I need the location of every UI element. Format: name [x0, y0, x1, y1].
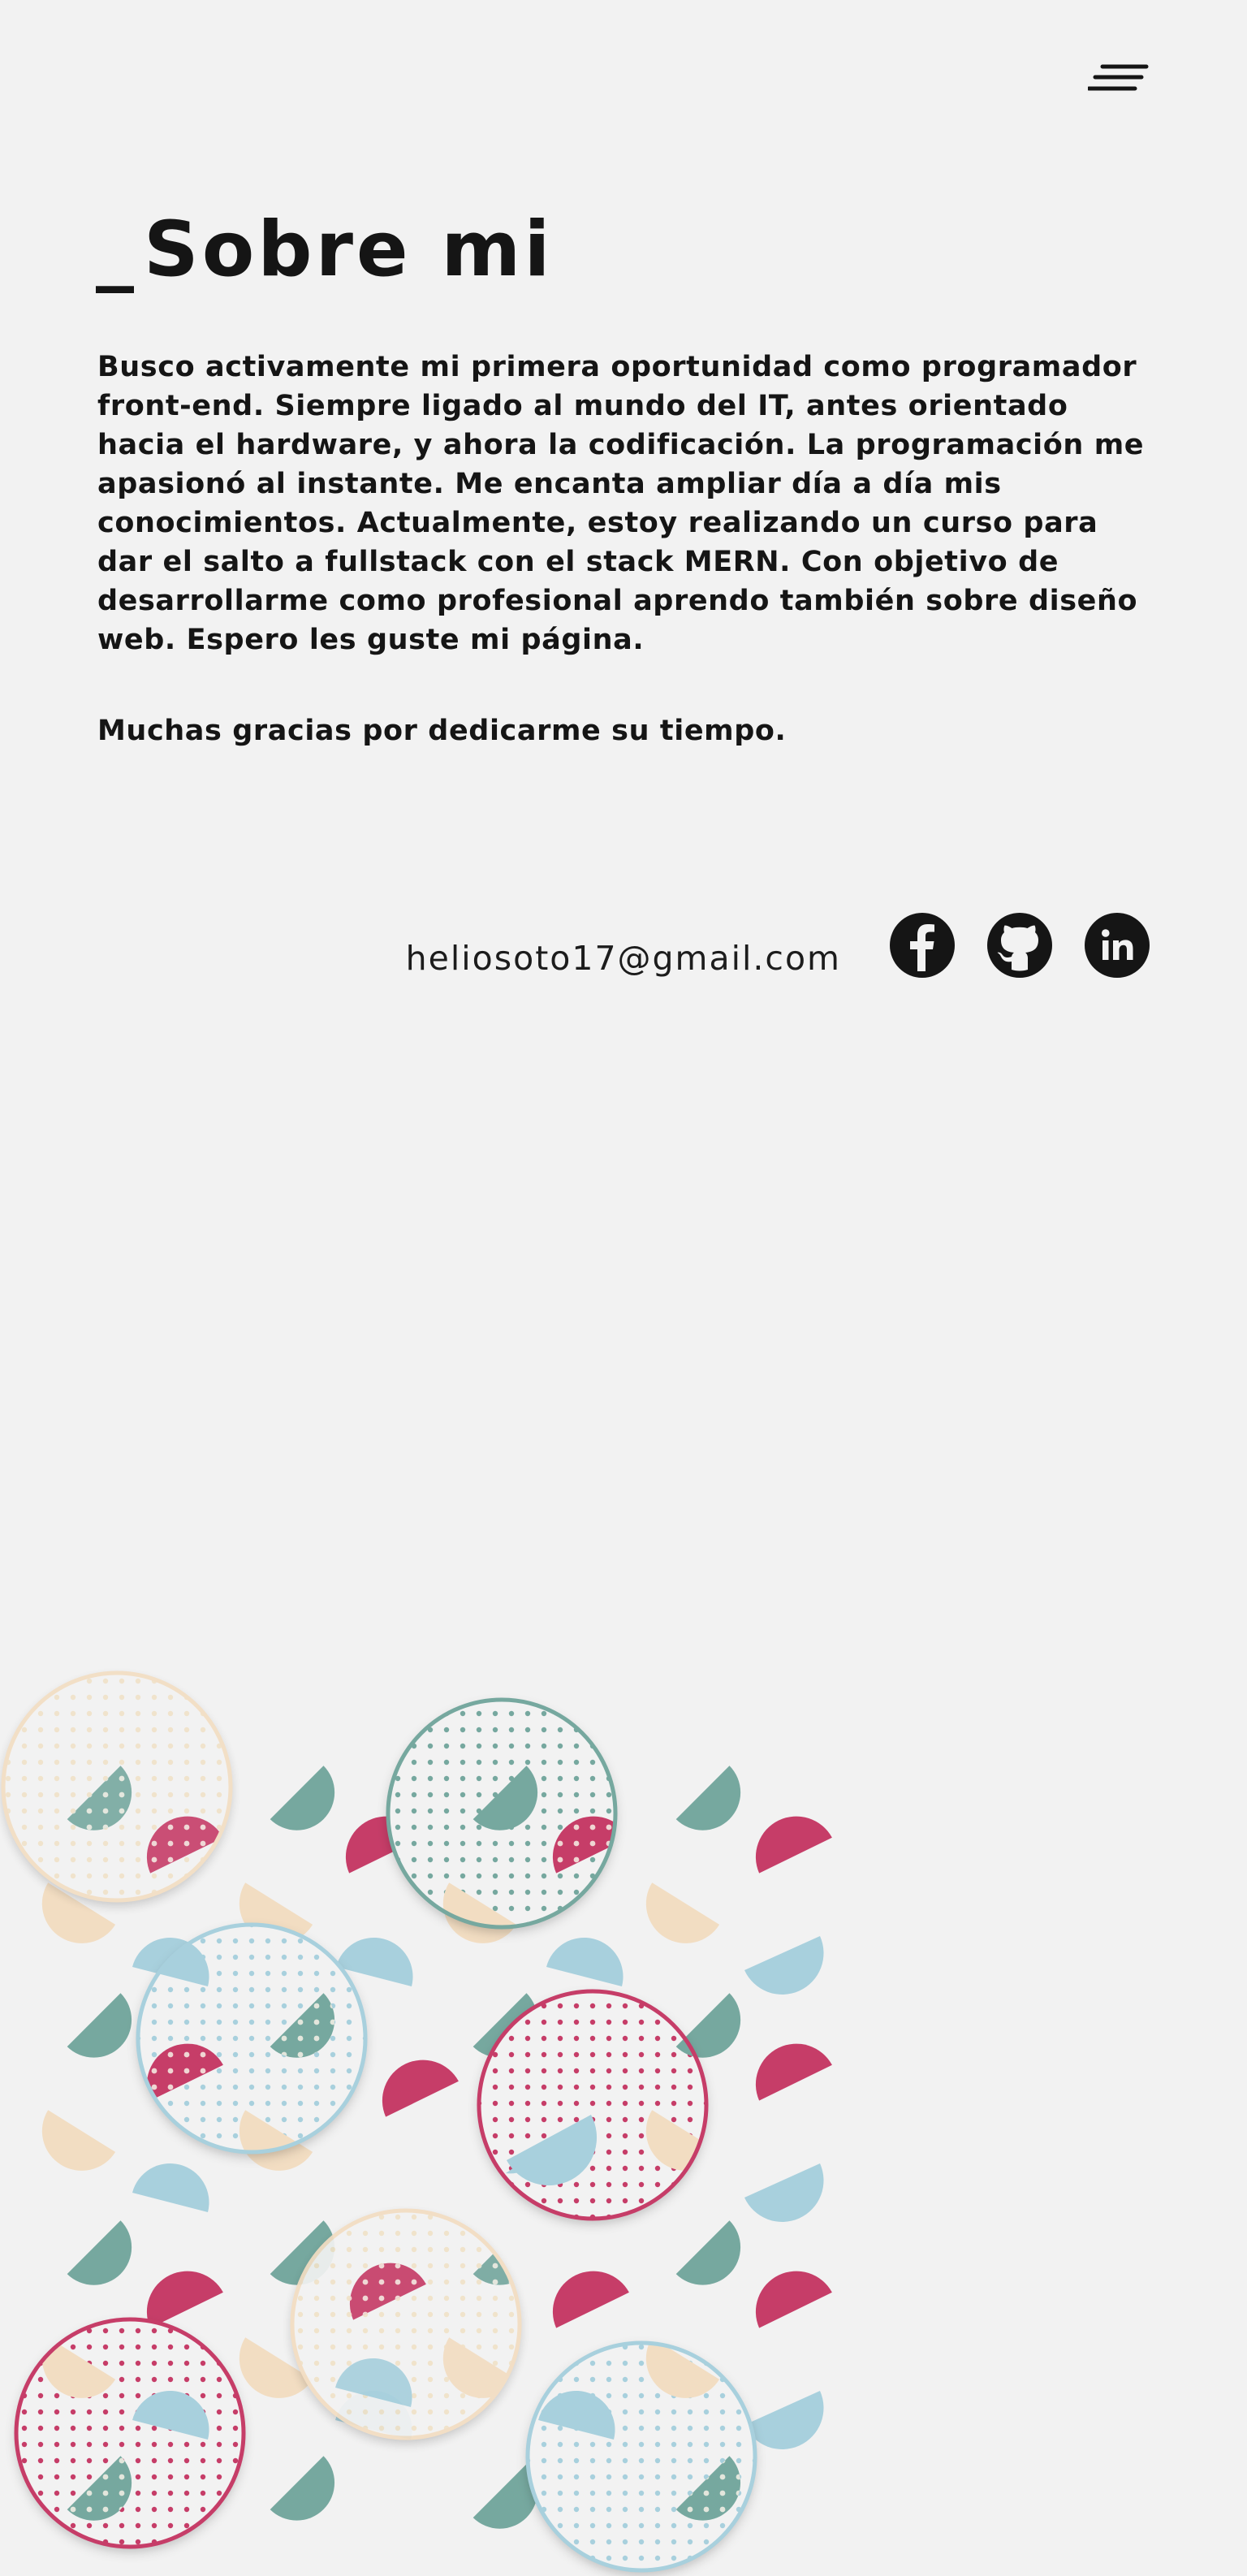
hamburger-menu-icon — [1088, 64, 1149, 91]
facebook-link[interactable] — [890, 913, 955, 978]
dotted-circle-blue-2 — [525, 2340, 757, 2573]
linkedin-link[interactable] — [1085, 913, 1150, 978]
menu-button[interactable] — [1088, 62, 1153, 97]
thanks-text: Muchas gracias por dedicarme su tiempo. — [97, 715, 787, 747]
about-paragraph: Busco activamente mi primera oportunidad… — [97, 351, 1145, 656]
title-text: Sobre mi — [144, 205, 554, 294]
dotted-circle-blue — [136, 1922, 368, 2155]
dotted-circle-teal — [386, 1697, 618, 1930]
page-title: _Sobre mi — [96, 193, 554, 307]
title-underscore: _ — [96, 205, 137, 294]
dotted-circle-cream — [290, 2208, 522, 2440]
linkedin-icon — [1102, 929, 1133, 960]
facebook-icon — [910, 924, 934, 971]
dotted-circle-crimson-2 — [14, 2317, 246, 2549]
dotted-circle-peach — [1, 1671, 233, 1903]
github-link[interactable] — [987, 913, 1052, 978]
email-link[interactable]: heliosoto17@gmail.com — [406, 936, 841, 981]
decorative-pattern — [1, 1671, 832, 2573]
github-icon — [997, 925, 1038, 971]
